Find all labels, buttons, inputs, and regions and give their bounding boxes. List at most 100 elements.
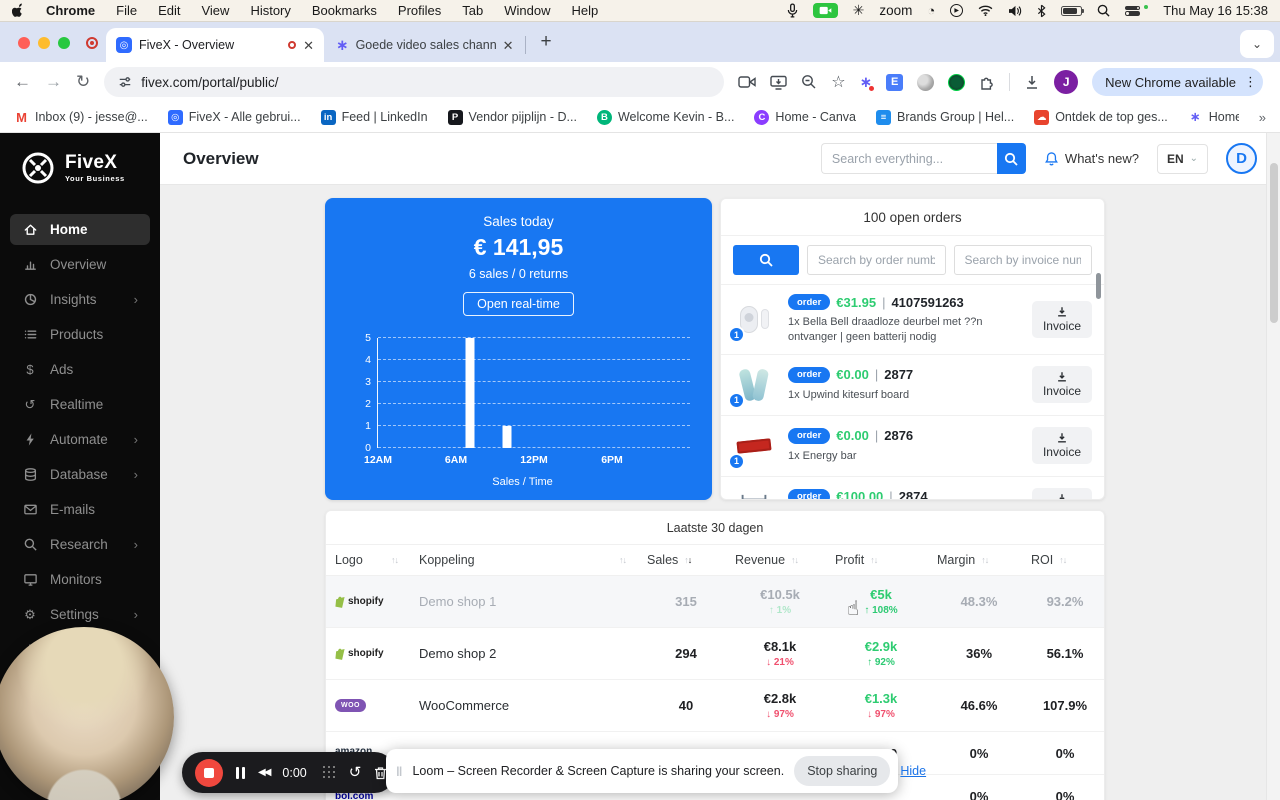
green-extension-icon[interactable]: [948, 73, 966, 91]
e-extension-icon[interactable]: E: [886, 73, 904, 91]
column-header-margin[interactable]: Margin ↑ ↓: [932, 553, 1026, 567]
invoice-number-input[interactable]: [953, 245, 1092, 275]
bookmark-intercom[interactable]: ≡ Brands Group | Hel...: [876, 109, 1014, 125]
bookmark-star-icon[interactable]: ☆: [831, 72, 845, 92]
loom-extension-icon[interactable]: ∗: [860, 73, 874, 91]
screen-share-icon[interactable]: [770, 75, 787, 90]
window-overflow-chevron[interactable]: ⌄: [1240, 30, 1274, 58]
menubar-item-tab[interactable]: Tab: [462, 3, 483, 18]
invoice-download-button[interactable]: Invoice: [1031, 427, 1092, 465]
sidebar-item-ads[interactable]: $ Ads: [10, 354, 150, 385]
bluetooth-icon[interactable]: [1037, 4, 1046, 18]
rewind-button[interactable]: ◀◀: [258, 767, 271, 778]
minimize-window-button[interactable]: [38, 37, 50, 49]
bookmark-loom[interactable]: ∗ Home | Loom: [1188, 110, 1239, 125]
extensions-puzzle-icon[interactable]: [979, 74, 995, 90]
volume-icon[interactable]: [1008, 5, 1022, 17]
bookmark-fivex[interactable]: ◎ FiveX - Alle gebrui...: [167, 109, 301, 125]
search-button[interactable]: [996, 143, 1026, 174]
language-selector[interactable]: EN ⌄: [1156, 143, 1208, 174]
menubar-item-edit[interactable]: Edit: [158, 3, 180, 18]
column-header-roi[interactable]: ROI ↑ ↓: [1026, 553, 1104, 567]
chrome-profile-avatar[interactable]: J: [1054, 70, 1079, 94]
restart-recording-button[interactable]: ↺: [349, 765, 362, 780]
pause-recording-button[interactable]: [236, 766, 245, 779]
sidebar-item-realtime[interactable]: ↺ Realtime: [10, 389, 150, 420]
sort-icons[interactable]: ↑ ↓: [1059, 555, 1067, 565]
invoice-download-button[interactable]: Invoice: [1031, 488, 1092, 499]
tab-goede-video[interactable]: ∗ Goede video sales channels ✕: [324, 28, 525, 62]
fivex-logo[interactable]: FiveX Your Business: [0, 133, 160, 200]
sidebar-item-e-mails[interactable]: E-mails: [10, 494, 150, 525]
sidebar-item-products[interactable]: Products: [10, 319, 150, 350]
sidebar-item-overview[interactable]: Overview: [10, 249, 150, 280]
camera-toolbar-icon[interactable]: [738, 75, 756, 89]
back-button[interactable]: ←: [14, 72, 31, 92]
stop-recording-button[interactable]: [195, 758, 223, 787]
column-header-koppeling[interactable]: Koppeling ↑ ↓: [414, 553, 642, 567]
sort-icons[interactable]: ↑ ↓: [870, 555, 878, 565]
sidebar-item-database[interactable]: Database ›: [10, 459, 150, 490]
tab-fivex-overview[interactable]: ◎ FiveX - Overview ✕: [106, 28, 324, 62]
invoice-download-button[interactable]: Invoice: [1031, 300, 1092, 338]
spotlight-search-icon[interactable]: [1097, 4, 1110, 17]
menubar-item-help[interactable]: Help: [572, 3, 599, 18]
column-header-profit[interactable]: Profit ↑ ↓: [830, 553, 932, 567]
fullscreen-window-button[interactable]: [58, 37, 70, 49]
page-scrollbar[interactable]: [1266, 133, 1280, 800]
column-header-revenue[interactable]: Revenue ↑ ↓: [730, 553, 830, 567]
sidebar-item-monitors[interactable]: Monitors: [10, 564, 150, 595]
menubar-clock[interactable]: Thu May 16 15:38: [1163, 3, 1268, 18]
close-window-button[interactable]: [18, 37, 30, 49]
bookmark-canva[interactable]: C Home - Canva: [754, 109, 856, 125]
address-bar[interactable]: fivex.com/portal/public/: [104, 67, 725, 97]
table-row-demo-shop-2[interactable]: shopify Demo shop 2 294 €8.1k ↓ 21% €2.9k ↑ 92…: [326, 628, 1104, 680]
reload-button[interactable]: ↻: [76, 72, 90, 92]
sort-icons[interactable]: ↑ ↓: [791, 555, 799, 565]
banner-drag-handle[interactable]: ‖: [396, 764, 402, 779]
sidebar-item-research[interactable]: Research ›: [10, 529, 150, 560]
bookmark-linkedin[interactable]: in Feed | LinkedIn: [320, 109, 428, 125]
menubar-item-bookmarks[interactable]: Bookmarks: [312, 3, 377, 18]
user-avatar[interactable]: D: [1226, 143, 1257, 174]
sidebar-item-automate[interactable]: Automate ›: [10, 424, 150, 455]
sort-icons[interactable]: ↑ ↓: [684, 555, 692, 565]
orders-scrollbar-thumb[interactable]: [1096, 273, 1101, 299]
menubar-asterisk-icon[interactable]: ✳: [853, 2, 865, 19]
camera-active-icon[interactable]: [812, 3, 838, 18]
bookmark-welcome[interactable]: B Welcome Kevin - B...: [596, 109, 734, 125]
control-center-icon[interactable]: [1125, 5, 1141, 16]
search-input[interactable]: [820, 143, 997, 174]
sidebar-item-settings[interactable]: ⚙ Settings ›: [10, 599, 150, 630]
invoice-download-button[interactable]: Invoice: [1031, 366, 1092, 404]
drag-handle-icon[interactable]: [322, 766, 336, 779]
column-header-logo[interactable]: Logo ↑ ↓: [326, 553, 414, 567]
close-tab-icon[interactable]: ✕: [503, 39, 514, 52]
sort-icons[interactable]: ↑ ↓: [619, 555, 627, 565]
timer-app-icon[interactable]: ◔: [927, 3, 935, 18]
apple-logo-icon[interactable]: [12, 3, 25, 18]
sort-icons[interactable]: ↑ ↓: [391, 555, 399, 565]
orders-search-button[interactable]: [733, 245, 799, 275]
menubar-item-chrome[interactable]: Chrome: [46, 3, 95, 18]
zoom-out-icon[interactable]: [801, 74, 817, 90]
sidebar-item-home[interactable]: Home: [10, 214, 150, 245]
order-row-2877[interactable]: 1 order €0.00 | 2877 1x Upwind kitesurf board…: [721, 353, 1104, 415]
page-scrollbar-thumb[interactable]: [1270, 163, 1278, 323]
wifi-icon[interactable]: [978, 5, 993, 16]
play-menubar-icon[interactable]: ▶: [950, 4, 964, 17]
table-row-woocommerce[interactable]: WOO WooCommerce 40 €2.8k ↓ 97% €1.3k ↓ 97% 46.6…: [326, 680, 1104, 732]
column-header-sales[interactable]: Sales ↑ ↓: [642, 553, 730, 567]
whats-new-link[interactable]: What's new?: [1044, 151, 1139, 167]
order-row-2874[interactable]: 1order€100.00|28741x Kitesurf barInvoice: [721, 475, 1104, 499]
open-realtime-button[interactable]: Open real-time: [463, 292, 574, 316]
webcam-overlay[interactable]: [0, 627, 174, 800]
stop-sharing-button[interactable]: Stop sharing: [794, 756, 891, 786]
order-number-input[interactable]: [807, 245, 946, 275]
swirl-extension-icon[interactable]: [917, 73, 935, 91]
order-row-2876[interactable]: 1 order €0.00 | 2876 1x Energy bar Invoice: [721, 414, 1104, 476]
menubar-item-window[interactable]: Window: [504, 3, 550, 18]
zoom-app-label[interactable]: zoom: [879, 3, 912, 18]
chrome-menu-icon[interactable]: ⋮: [1244, 74, 1257, 90]
bookmark-vendor[interactable]: P Vendor pijplijn - D...: [447, 109, 577, 125]
